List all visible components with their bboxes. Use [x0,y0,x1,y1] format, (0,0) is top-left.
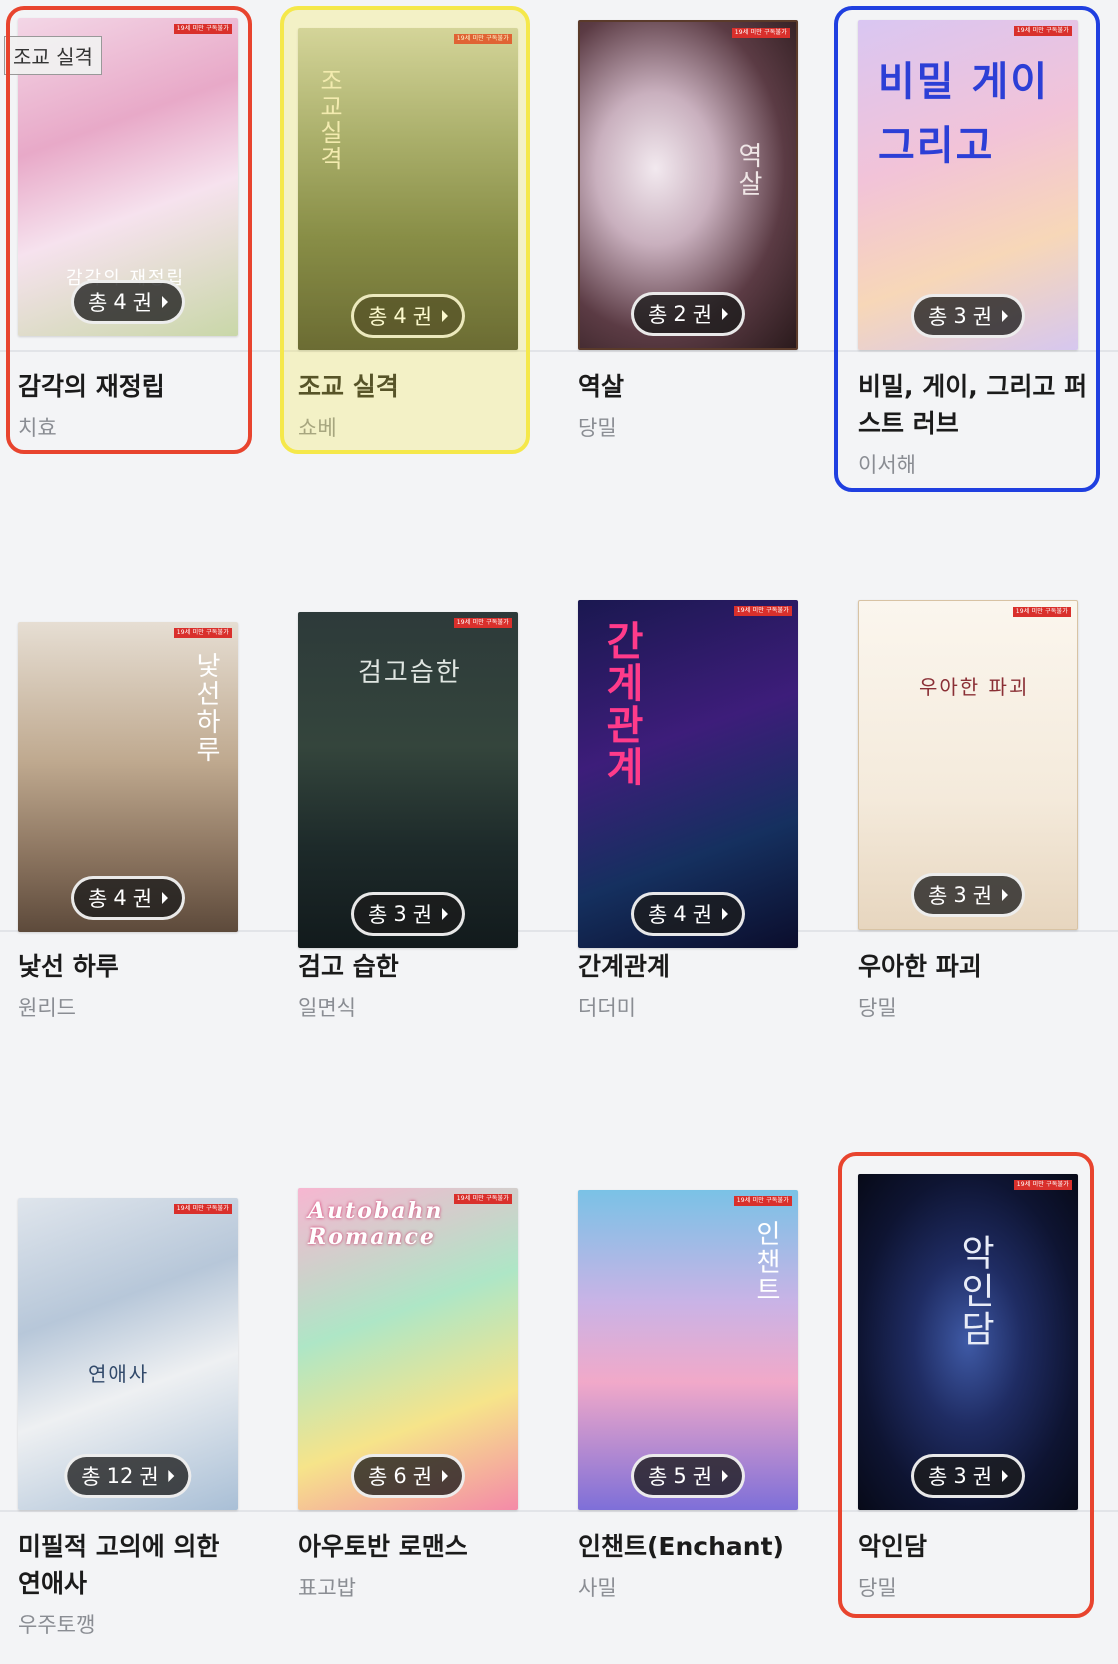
badge-prefix: 총 [367,1465,388,1489]
volume-count-badge[interactable]: 총4권 [70,876,186,920]
age-restriction-tag: 19세 미만 구독불가 [731,28,790,38]
book-cover[interactable]: 연애사 19세 미만 구독불가 총 12 권 [18,1198,238,1510]
age-restriction-tag: 19세 미만 구독불가 [173,628,232,638]
book-cover[interactable]: 낯선하루 19세 미만 구독불가 총4권 [18,622,238,932]
badge-count: 3 [953,883,967,907]
book-title[interactable]: 검고 습한 [298,948,528,985]
age-restriction-tag: 19세 미만 구독불가 [453,1194,512,1204]
book-cover[interactable]: Autobahn Romance 19세 미만 구독불가 총6권 [298,1188,518,1510]
book-cover[interactable]: 간계관계 19세 미만 구독불가 총4권 [578,600,798,948]
arrow-right-icon [722,308,729,320]
arrow-right-icon [442,908,449,920]
badge-suffix: 권 [412,903,433,927]
badge-count: 4 [673,902,687,926]
highlight-frame-blue [834,6,1100,492]
book-cover[interactable]: 검고습한 19세 미만 구독불가 총3권 [298,612,518,948]
book-title[interactable]: 인챈트(Enchant) [578,1528,808,1565]
arrow-right-icon [722,1470,729,1482]
book-author[interactable]: 사밀 [578,1573,617,1603]
badge-suffix: 권 [139,1465,159,1489]
volume-count-badge[interactable]: 총3권 [910,873,1026,917]
volume-count-badge[interactable]: 총3권 [350,892,466,936]
book-author[interactable]: 더더미 [578,993,636,1023]
age-restriction-tag: 19세 미만 구독불가 [453,618,512,628]
book-title[interactable]: 역살 [578,368,808,405]
volume-count-badge[interactable]: 총6권 [350,1454,466,1498]
book-title[interactable]: 간계관계 [578,948,808,985]
badge-prefix: 총 [927,884,948,908]
badge-suffix: 권 [692,1465,713,1489]
highlight-frame-yellow [280,6,530,454]
badge-count: 2 [673,302,687,326]
cover-title: 연애사 [88,1362,150,1386]
book-author[interactable]: 원리드 [18,993,76,1023]
book-title[interactable]: 아우토반 로맨스 [298,1528,528,1565]
badge-suffix: 권 [412,1465,433,1489]
cover-title: 역살 [733,142,763,198]
badge-count: 5 [673,1464,687,1488]
badge-prefix: 총 [647,303,668,327]
age-restriction-tag: 19세 미만 구독불가 [173,1204,232,1214]
volume-count-badge[interactable]: 총5권 [630,1454,746,1498]
badge-count: 6 [393,1464,407,1488]
book-author[interactable]: 표고밥 [298,1573,356,1603]
highlight-frame-red [838,1152,1094,1618]
volume-count-badge[interactable]: 총4권 [630,892,746,936]
badge-suffix: 권 [132,887,153,911]
arrow-right-icon [1002,889,1009,901]
badge-prefix: 총 [647,1465,668,1489]
badge-suffix: 권 [972,884,993,908]
age-restriction-tag: 19세 미만 구독불가 [1012,607,1071,617]
volume-count-badge[interactable]: 총 12 권 [64,1454,192,1498]
badge-prefix: 총 [367,903,388,927]
highlight-frame-red [6,6,252,454]
book-author[interactable]: 우주토깽 [18,1610,95,1640]
badge-count: 3 [393,902,407,926]
book-cover[interactable]: 역살 19세 미만 구독불가 총2권 [578,20,798,350]
arrow-right-icon [162,892,169,904]
book-author[interactable]: 당밀 [578,413,617,443]
cover-title: 낯선하루 [191,652,221,764]
cover-title: Autobahn Romance [308,1198,444,1250]
badge-prefix: 총 [81,1465,101,1489]
cover-title: 간계관계 [598,620,644,788]
age-restriction-tag: 19세 미만 구독불가 [733,1196,792,1206]
age-restriction-tag: 19세 미만 구독불가 [733,606,792,616]
cover-title: 인챈트 [751,1220,781,1304]
badge-count: 12 [106,1464,134,1488]
cover-title: 우아한 파괴 [919,675,1030,699]
book-title[interactable]: 미필적 고의에 의한 연애사 [18,1528,248,1602]
book-author[interactable]: 당밀 [858,993,897,1023]
badge-prefix: 총 [87,887,108,911]
book-title[interactable]: 우아한 파괴 [858,948,1088,985]
badge-prefix: 총 [647,903,668,927]
book-author[interactable]: 일면식 [298,993,356,1023]
volume-count-badge[interactable]: 총2권 [630,292,746,336]
book-cover[interactable]: 인챈트 19세 미만 구독불가 총5권 [578,1190,798,1510]
badge-suffix: 권 [692,903,713,927]
badge-count: 4 [113,886,127,910]
arrow-right-icon [722,908,729,920]
cover-title: 검고습한 [358,658,462,688]
arrow-right-icon [442,1470,449,1482]
badge-suffix: 권 [692,303,713,327]
book-cover[interactable]: 우아한 파괴 19세 미만 구독불가 총3권 [858,600,1078,930]
book-title[interactable]: 낯선 하루 [18,948,248,985]
arrow-right-icon [168,1470,175,1482]
